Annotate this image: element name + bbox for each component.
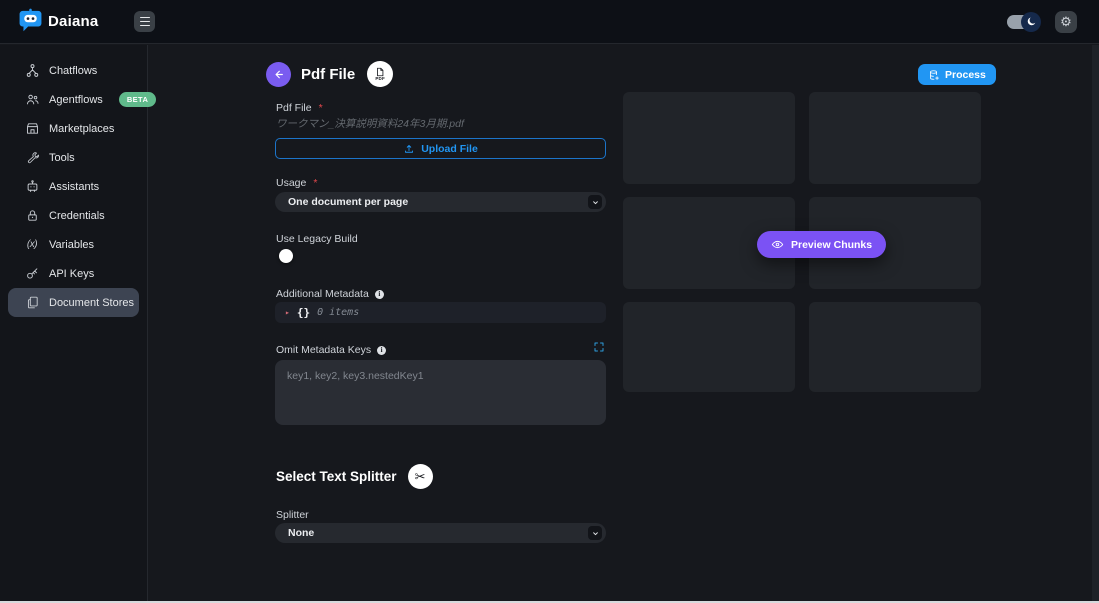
- scissors-icon: ✂: [408, 464, 433, 489]
- hierarchy-icon: [24, 63, 40, 79]
- caret-right-icon[interactable]: ▸: [285, 308, 290, 317]
- pdf-file-field-label: Pdf File*: [276, 102, 323, 114]
- database-plus-icon: [928, 69, 940, 81]
- upload-file-label: Upload File: [421, 143, 478, 155]
- required-asterisk: *: [319, 102, 323, 114]
- key-icon: [24, 266, 40, 282]
- legacy-build-field-label: Use Legacy Build: [276, 233, 358, 245]
- splitter-select[interactable]: None: [275, 523, 606, 543]
- config-form: Pdf File* ワークマン_決算説明資料24年3月期.pdf Upload …: [275, 45, 606, 575]
- dark-mode-toggle[interactable]: [1007, 15, 1041, 29]
- brand-logo[interactable]: Daiana: [18, 7, 98, 37]
- moon-icon: [1021, 12, 1041, 32]
- info-icon: i: [377, 346, 386, 355]
- sidebar-item-label: Agentflows: [49, 94, 103, 106]
- chunk-placeholder: [623, 92, 795, 184]
- brand-name: Daiana: [48, 13, 98, 30]
- expand-editor-button[interactable]: [592, 341, 605, 354]
- process-button[interactable]: Process: [918, 64, 996, 85]
- beta-badge: BETA: [119, 92, 156, 107]
- sidebar-toggle-button[interactable]: [134, 11, 155, 32]
- sidebar-item-api-keys[interactable]: API Keys: [8, 259, 139, 288]
- upload-icon: [403, 143, 415, 155]
- upload-file-button[interactable]: Upload File: [275, 138, 606, 159]
- process-button-label: Process: [945, 69, 986, 81]
- sidebar-item-variables[interactable]: (x) Variables: [8, 230, 139, 259]
- metadata-json-editor[interactable]: ▸ {} 0 items: [275, 302, 606, 323]
- sidebar-item-label: Tools: [49, 152, 75, 164]
- chunk-placeholder: [809, 92, 981, 184]
- wrench-icon: [24, 150, 40, 166]
- variables-icon: (x): [24, 237, 40, 253]
- usage-field-label: Usage*: [276, 177, 317, 189]
- sidebar-item-label: Credentials: [49, 210, 105, 222]
- settings-button[interactable]: ⚙: [1055, 11, 1077, 33]
- chevron-down-icon[interactable]: [588, 195, 602, 209]
- omit-keys-input[interactable]: [275, 360, 606, 425]
- sidebar-item-tools[interactable]: Tools: [8, 143, 139, 172]
- vertical-scrollbar[interactable]: [1092, 45, 1099, 603]
- robot-chat-logo-icon: [18, 7, 43, 37]
- sidebar-item-credentials[interactable]: Credentials: [8, 201, 139, 230]
- info-icon: i: [375, 290, 384, 299]
- sidebar-item-label: Assistants: [49, 181, 99, 193]
- lock-icon: [24, 208, 40, 224]
- sidebar-item-label: Chatflows: [49, 65, 97, 77]
- app-window: Daiana ⚙ Chatflows: [0, 0, 1099, 603]
- text-splitter-section-header: Select Text Splitter ✂: [276, 464, 433, 489]
- required-asterisk: *: [313, 177, 317, 189]
- expand-icon: [593, 341, 605, 353]
- preview-chunks-label: Preview Chunks: [791, 239, 872, 251]
- sidebar-item-label: Marketplaces: [49, 123, 114, 135]
- chevron-down-icon[interactable]: [588, 526, 602, 540]
- users-icon: [24, 92, 40, 108]
- sidebar-item-label: Variables: [49, 239, 94, 251]
- eye-icon: [771, 238, 784, 251]
- sidebar-nav: Chatflows Agentflows BETA Marketplaces T…: [0, 45, 148, 603]
- robot-icon: [24, 179, 40, 195]
- header-actions: ⚙: [1007, 11, 1085, 33]
- chunk-placeholder: [623, 302, 795, 392]
- sidebar-item-label: Document Stores: [49, 297, 134, 309]
- selected-filename: ワークマン_決算説明資料24年3月期.pdf: [276, 116, 464, 131]
- sidebar-item-assistants[interactable]: Assistants: [8, 172, 139, 201]
- sidebar-item-chatflows[interactable]: Chatflows: [8, 56, 139, 85]
- json-items-count: 0 items: [317, 307, 359, 318]
- sidebar-item-agentflows[interactable]: Agentflows BETA: [8, 85, 139, 114]
- additional-metadata-field-label: Additional Metadata i: [276, 288, 384, 300]
- splitter-select-value: None: [288, 527, 314, 539]
- legacy-build-toggle[interactable]: [279, 249, 293, 263]
- preview-chunks-button[interactable]: Preview Chunks: [757, 231, 886, 258]
- documents-icon: [24, 295, 40, 311]
- main-content: Pdf File PDF Process Pdf File* ワークマン_決算説…: [149, 45, 1099, 603]
- sidebar-item-label: API Keys: [49, 268, 94, 280]
- gear-icon: ⚙: [1060, 14, 1072, 30]
- top-header: Daiana ⚙: [0, 0, 1099, 44]
- splitter-field-label: Splitter: [276, 509, 309, 521]
- sidebar-item-document-stores[interactable]: Document Stores: [8, 288, 139, 317]
- json-braces: {}: [297, 306, 310, 319]
- usage-select[interactable]: One document per page: [275, 192, 606, 212]
- usage-select-value: One document per page: [288, 196, 408, 208]
- text-splitter-section-title: Select Text Splitter: [276, 469, 397, 484]
- chunk-placeholder: [809, 302, 981, 392]
- omit-keys-field-label: Omit Metadata Keys i: [276, 344, 386, 356]
- sidebar-item-marketplaces[interactable]: Marketplaces: [8, 114, 139, 143]
- storefront-icon: [24, 121, 40, 137]
